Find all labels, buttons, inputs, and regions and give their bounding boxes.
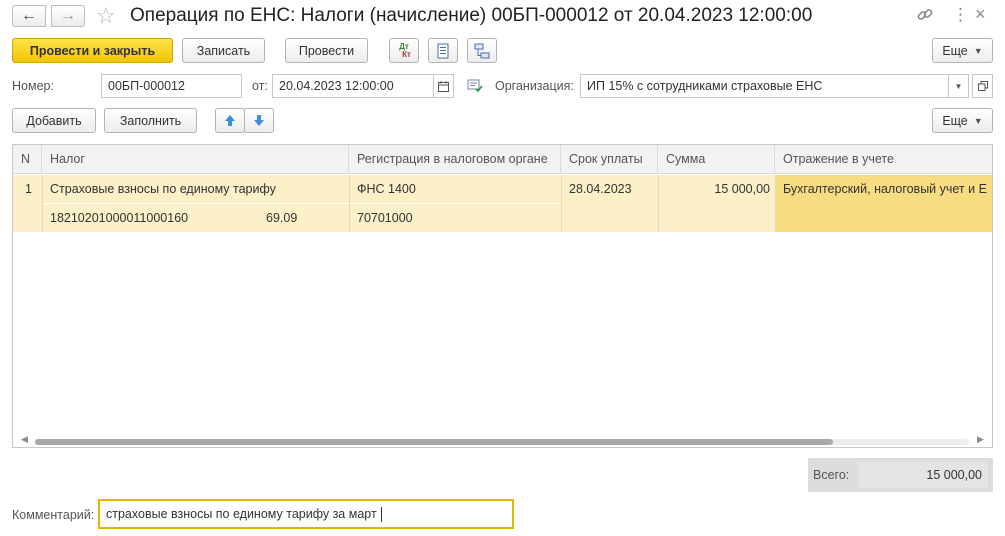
column-header-n[interactable]: N (13, 145, 42, 174)
move-down-button[interactable] (244, 108, 274, 133)
table-header: N Налог Регистрация в налоговом органе С… (13, 145, 992, 174)
dt-kt-report-button[interactable]: Дт Кт (389, 38, 419, 63)
horizontal-scrollbar[interactable] (35, 439, 969, 445)
comment-text: страховые взносы по единому тарифу за ма… (106, 507, 377, 521)
number-label: Номер: (12, 79, 54, 93)
post-and-close-button[interactable]: Провести и закрыть (12, 38, 173, 63)
more-button[interactable]: Еще ▼ (932, 38, 993, 63)
taxes-table[interactable]: N Налог Регистрация в налоговом органе С… (12, 144, 993, 448)
totals-panel: Всего: 15 000,00 (808, 458, 993, 492)
total-value: 15 000,00 (858, 462, 988, 488)
fill-button[interactable]: Заполнить (104, 108, 197, 133)
dt-kt-icon: Дт Кт (399, 41, 411, 59)
more-label: Еще (942, 113, 968, 128)
forward-button[interactable]: → (51, 5, 85, 27)
back-button[interactable]: ← (12, 5, 46, 27)
cell-row-number[interactable]: 1 (17, 175, 42, 203)
move-up-button[interactable] (215, 108, 245, 133)
save-button[interactable]: Записать (182, 38, 265, 63)
chevron-down-icon: ▼ (973, 45, 983, 56)
cell-kbk[interactable]: 18210201000011000160 (42, 204, 257, 232)
arrow-down-icon (254, 115, 264, 126)
organization-label: Организация: (495, 79, 574, 93)
column-header-tax[interactable]: Налог (42, 145, 349, 174)
cell-registration[interactable]: ФНС 1400 (349, 175, 561, 203)
comment-field[interactable]: страховые взносы по единому тарифу за ма… (98, 499, 514, 529)
calendar-icon (438, 80, 449, 92)
date-field[interactable]: 20.04.2023 12:00:00 (272, 74, 434, 98)
calendar-button[interactable] (433, 74, 454, 98)
arrow-right-icon: → (60, 7, 76, 24)
link-icon[interactable] (916, 6, 934, 29)
column-header-accounting[interactable]: Отражение в учете (775, 145, 992, 174)
post-button[interactable]: Провести (285, 38, 368, 63)
more-vertical-icon[interactable]: ⋮ (952, 5, 969, 25)
close-icon[interactable]: × (975, 4, 986, 25)
cell-tax[interactable]: Страховые взносы по единому тарифу (42, 175, 349, 203)
open-window-icon (977, 81, 988, 91)
hierarchy-icon (474, 43, 490, 58)
chevron-down-icon: ▼ (954, 81, 963, 91)
star-icon[interactable]: ☆ (96, 3, 116, 29)
organization-dropdown-button[interactable]: ▼ (948, 74, 969, 98)
cell-oktmo[interactable]: 70701000 (349, 204, 561, 232)
table-more-button[interactable]: Еще ▼ (932, 108, 993, 133)
cell-due-date[interactable]: 28.04.2023 (561, 175, 658, 203)
chevron-down-icon: ▼ (973, 115, 983, 126)
comment-label: Комментарий: (12, 508, 95, 522)
document-print-button[interactable] (428, 38, 458, 63)
number-field[interactable]: 00БП-000012 (101, 74, 242, 98)
column-header-amount[interactable]: Сумма (658, 145, 775, 174)
column-header-due-date[interactable]: Срок уплаты (561, 145, 658, 174)
organization-field[interactable]: ИП 15% с сотрудниками страховые ЕНС (580, 74, 950, 98)
column-header-registration[interactable]: Регистрация в налоговом органе (349, 145, 561, 174)
arrow-up-icon (225, 115, 235, 126)
arrow-left-icon: ← (21, 7, 37, 24)
window-title: Операция по ЕНС: Налоги (начисление) 00Б… (130, 5, 813, 26)
scroll-right-icon[interactable]: ▶ (977, 434, 984, 445)
cell-account[interactable]: 69.09 (258, 204, 349, 232)
structure-button[interactable] (467, 38, 497, 63)
scrollbar-thumb[interactable] (35, 439, 833, 445)
organization-open-button[interactable] (972, 74, 993, 98)
scroll-left-icon[interactable]: ◀ (21, 434, 28, 445)
cell-accounting[interactable]: Бухгалтерский, налоговый учет и Е (775, 175, 992, 203)
date-label: от: (252, 79, 268, 93)
more-label: Еще (942, 43, 968, 58)
org-document-icon (467, 79, 483, 96)
add-button[interactable]: Добавить (12, 108, 96, 133)
document-icon (437, 43, 449, 58)
total-label: Всего: (813, 468, 850, 482)
text-cursor (380, 506, 382, 522)
cell-amount[interactable]: 15 000,00 (658, 175, 770, 203)
